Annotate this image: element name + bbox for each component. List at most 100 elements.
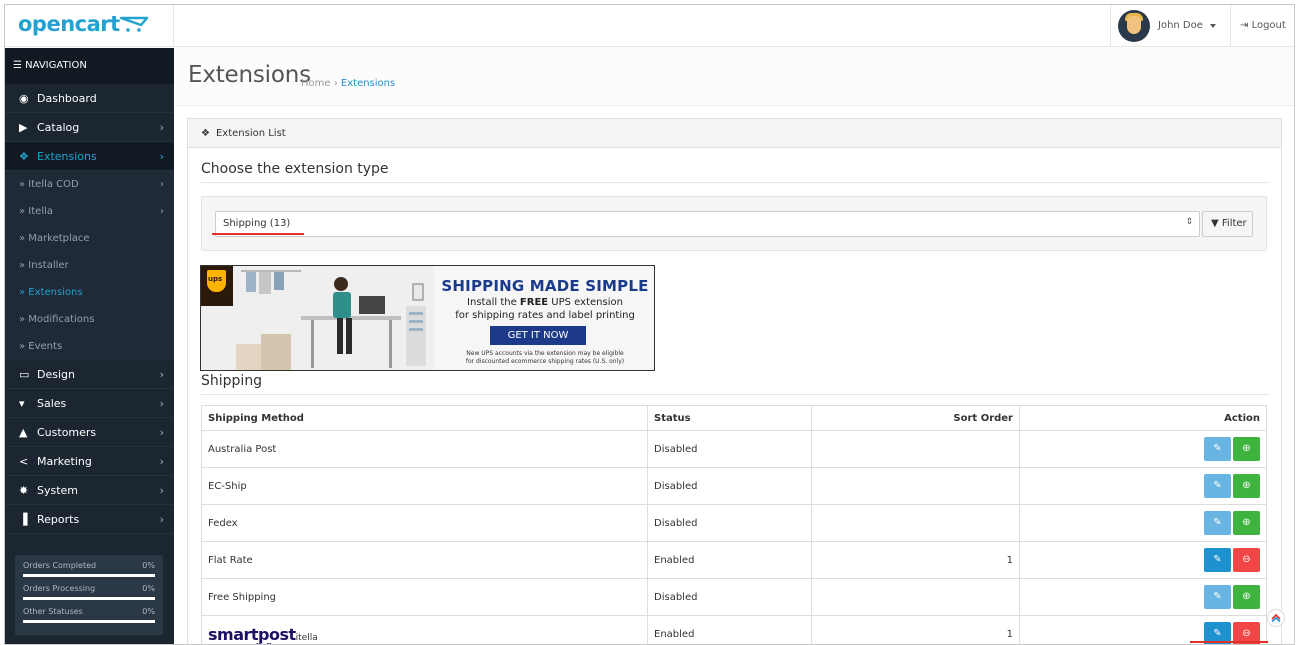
method-sort-order xyxy=(811,467,1020,505)
sidebar-subitem-itella[interactable]: » Itella › xyxy=(5,198,174,225)
stat-orders-processing: Orders Processing 0% xyxy=(23,584,155,607)
dashboard-icon: ◉ xyxy=(19,92,29,105)
pencil-icon: ✎ xyxy=(1213,554,1222,565)
extension-type-select[interactable]: Shipping (13) ⇕ xyxy=(215,211,1200,237)
pencil-icon: ✎ xyxy=(1213,591,1222,602)
chevron-right-icon: › xyxy=(159,426,164,439)
sidebar-subitem-extensions[interactable]: » Extensions xyxy=(5,279,174,306)
edit-button[interactable]: ✎ xyxy=(1204,548,1231,572)
method-sort-order xyxy=(811,578,1020,616)
navigation-toggle[interactable]: ☰ NAVIGATION xyxy=(5,48,174,84)
edit-button[interactable]: ✎ xyxy=(1204,437,1231,461)
ups-logo: ups xyxy=(201,266,233,306)
app-window: opencart John Doe ⇥ Logout ☰ NAVIGATION … xyxy=(4,4,1295,645)
method-name: Free Shipping xyxy=(201,578,648,616)
sidebar-item-dashboard[interactable]: ◉ Dashboard xyxy=(5,84,174,113)
table-row: Free Shipping Disabled ✎ ⊕ xyxy=(201,578,1267,616)
breadcrumb-home[interactable]: Home xyxy=(301,78,331,89)
highlight-underline xyxy=(1190,641,1268,643)
method-status: Disabled xyxy=(647,430,812,468)
select-arrows-icon: ⇕ xyxy=(1185,217,1193,227)
method-name: Australia Post xyxy=(201,430,648,468)
banner-illustration: ups xyxy=(201,266,434,370)
method-name: Fedex xyxy=(201,504,648,542)
sidebar-subitem-modifications[interactable]: » Modifications xyxy=(5,306,174,333)
cart-logo-icon xyxy=(119,16,149,32)
minus-circle-icon: ⊖ xyxy=(1242,554,1251,565)
filter-button[interactable]: ▼ Filter xyxy=(1202,211,1253,237)
bar-chart-icon: ▐ xyxy=(19,513,28,526)
method-status: Disabled xyxy=(647,578,812,616)
sidebar-item-customers[interactable]: ▲ Customers › xyxy=(5,418,174,447)
logo-area[interactable]: opencart xyxy=(5,5,174,47)
highlight-underline xyxy=(212,233,304,235)
puzzle-icon: ❖ xyxy=(19,150,29,163)
smartpost-logo: smartpostitellaitella xyxy=(208,624,318,645)
sidebar-subitem-installer[interactable]: » Installer xyxy=(5,252,174,279)
sidebar-item-design[interactable]: ▭ Design › xyxy=(5,360,174,389)
extension-list-panel: ❖ Extension List Choose the extension typ… xyxy=(187,118,1282,645)
user-menu[interactable]: John Doe xyxy=(1110,5,1230,47)
plus-circle-icon: ⊕ xyxy=(1242,443,1251,454)
edit-button[interactable]: ✎ xyxy=(1204,585,1231,609)
banner-fine-print-2: for discounted ecommerce shipping rates … xyxy=(465,358,625,365)
stat-orders-completed: Orders Completed 0% xyxy=(23,561,155,584)
chevron-right-icon: › xyxy=(159,397,164,410)
method-status: Enabled xyxy=(647,615,812,644)
sign-out-icon: ⇥ xyxy=(1240,20,1252,31)
filter-well: Shipping (13) ⇕ ▼ Filter xyxy=(201,196,1267,251)
sidebar-subitem-events[interactable]: » Events xyxy=(5,333,174,360)
col-sort-order: Sort Order xyxy=(811,405,1020,431)
logout-label: Logout xyxy=(1251,20,1286,31)
install-button[interactable]: ⊕ xyxy=(1233,511,1260,535)
banner-copy: SHIPPING MADE SIMPLE Install the FREE UP… xyxy=(434,266,654,370)
sidebar-item-catalog[interactable]: ▶ Catalog › xyxy=(5,113,174,142)
chevron-right-icon: › xyxy=(159,368,164,381)
page-header: Extensions Home › Extensions xyxy=(175,48,1294,106)
get-it-now-button[interactable]: GET IT NOW xyxy=(490,326,586,345)
minus-circle-icon: ⊖ xyxy=(1242,628,1251,639)
uninstall-button[interactable]: ⊖ xyxy=(1233,548,1260,572)
shipping-methods-table: Shipping Method Status Sort Order Action… xyxy=(201,405,1267,645)
share-icon: < xyxy=(19,455,29,468)
sidebar-navigation: ☰ NAVIGATION ◉ Dashboard ▶ Catalog › ❖ Exte… xyxy=(5,48,174,644)
sidebar-item-reports[interactable]: ▐ Reports › xyxy=(5,505,174,534)
install-button[interactable]: ⊕ xyxy=(1233,437,1260,461)
breadcrumb-extensions[interactable]: Extensions xyxy=(341,78,395,89)
sidebar-subitem-itella-cod[interactable]: » Itella COD › xyxy=(5,171,174,198)
logout-button[interactable]: ⇥ Logout xyxy=(1230,5,1294,47)
shipping-heading: Shipping xyxy=(201,373,263,389)
user-name: John Doe xyxy=(1158,20,1203,31)
progress-bar xyxy=(23,620,155,623)
edit-button[interactable]: ✎ xyxy=(1204,511,1231,535)
sidebar-subitem-marketplace[interactable]: » Marketplace xyxy=(5,225,174,252)
pencil-icon: ✎ xyxy=(1213,443,1222,454)
opencart-logo[interactable]: opencart xyxy=(18,12,120,36)
method-sort-order xyxy=(811,430,1020,468)
install-button[interactable]: ⊕ xyxy=(1233,585,1260,609)
puzzle-icon: ❖ xyxy=(201,128,210,139)
col-shipping-method[interactable]: Shipping Method xyxy=(201,405,648,431)
top-header: opencart John Doe ⇥ Logout xyxy=(5,5,1294,47)
sidebar-item-extensions[interactable]: ❖ Extensions › xyxy=(5,142,174,171)
sidebar-item-sales[interactable]: ▾ Sales › xyxy=(5,389,174,418)
floating-helper-icon[interactable] xyxy=(1267,609,1285,627)
chevron-right-icon: › xyxy=(159,121,164,134)
col-action: Action xyxy=(1019,405,1267,431)
method-sort-order xyxy=(811,504,1020,542)
edit-button[interactable]: ✎ xyxy=(1204,474,1231,498)
chevron-right-icon: › xyxy=(159,513,164,526)
method-status: Disabled xyxy=(647,467,812,505)
banner-line-2: for shipping rates and label printing xyxy=(455,310,635,321)
install-button[interactable]: ⊕ xyxy=(1233,474,1260,498)
choose-type-heading: Choose the extension type xyxy=(201,161,389,177)
ups-promo-banner[interactable]: ups SHIPPING MADE SIMPLE Install the FRE… xyxy=(200,265,655,371)
plus-circle-icon: ⊕ xyxy=(1242,480,1251,491)
page-title: Extensions xyxy=(188,62,311,88)
sidebar-item-system[interactable]: ✸ System › xyxy=(5,476,174,505)
pencil-icon: ✎ xyxy=(1213,517,1222,528)
breadcrumb: Home › Extensions xyxy=(301,78,395,89)
pencil-icon: ✎ xyxy=(1213,480,1222,491)
sidebar-item-marketing[interactable]: < Marketing › xyxy=(5,447,174,476)
gear-icon: ✸ xyxy=(19,484,29,497)
